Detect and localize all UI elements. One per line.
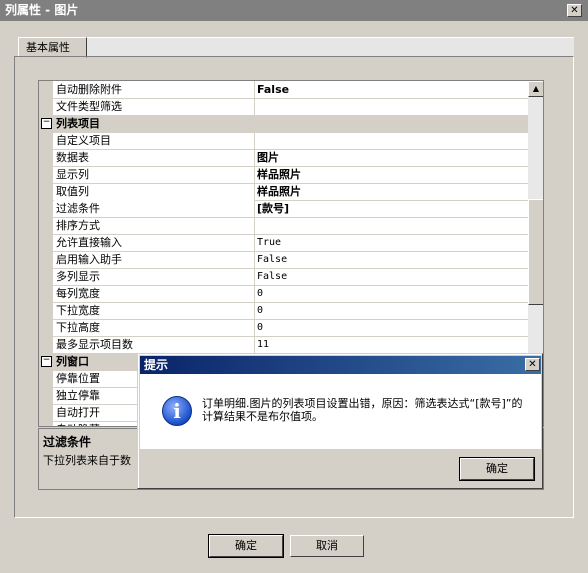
tab-label: 基本属性 xyxy=(26,41,70,54)
grid-property-row[interactable]: 下拉宽度 0 xyxy=(39,302,528,320)
dialog-ok-button[interactable]: 确定 xyxy=(459,457,535,481)
collapse-icon[interactable]: − xyxy=(41,118,52,129)
scroll-up-button[interactable]: ▲ xyxy=(528,81,543,97)
grid-property-row[interactable]: 允许直接输入 True xyxy=(39,234,528,252)
scroll-thumb[interactable] xyxy=(528,199,543,305)
property-value[interactable]: 样品照片 xyxy=(254,166,531,183)
row-gutter xyxy=(39,98,53,115)
grid-property-row[interactable]: 最多显示项目数 11 xyxy=(39,336,528,354)
property-label: 过滤条件 xyxy=(54,200,255,217)
property-label: 显示列 xyxy=(56,168,89,181)
grid-property-row[interactable]: 数据表 图片 xyxy=(39,149,528,167)
row-gutter xyxy=(39,149,53,166)
info-icon-glyph: i xyxy=(173,399,181,423)
dialog-close-button[interactable]: ✕ xyxy=(525,358,540,371)
dialog-title: 提示 xyxy=(144,358,169,372)
property-value[interactable]: False xyxy=(254,251,531,268)
property-label: 数据表 xyxy=(56,151,89,164)
window-title: 列属性 - 图片 xyxy=(5,3,79,17)
grid-property-row[interactable]: 过滤条件 [款号] xyxy=(39,200,528,218)
row-gutter xyxy=(39,421,53,426)
grid-property-row[interactable]: 自定义项目 xyxy=(39,132,528,150)
property-value[interactable]: 0 xyxy=(254,302,531,319)
row-gutter xyxy=(39,166,53,183)
property-value[interactable]: 0 xyxy=(254,319,531,336)
grid-property-row[interactable]: 取值列 样品照片 xyxy=(39,183,528,201)
property-label: 每列宽度 xyxy=(56,287,100,300)
message-dialog: 提示 ✕ i 订单明细.图片的列表项目设置出错，原因：筛选表达式“[款号]”的计… xyxy=(137,353,543,489)
row-gutter: − xyxy=(39,353,53,370)
property-label: 下拉宽度 xyxy=(56,304,100,317)
grid-category-row[interactable]: − 列表项目 xyxy=(39,115,528,133)
row-gutter xyxy=(39,285,53,302)
row-gutter xyxy=(39,183,53,200)
property-value[interactable]: 0 xyxy=(254,285,531,302)
row-gutter xyxy=(39,251,53,268)
window-close-button[interactable]: ✕ xyxy=(567,4,582,17)
property-label: 下拉高度 xyxy=(56,321,100,334)
info-icon: i xyxy=(162,396,192,426)
grid-property-row[interactable]: 排序方式 xyxy=(39,217,528,235)
row-gutter xyxy=(39,234,53,251)
property-label: 自动删除附件 xyxy=(56,83,122,96)
property-value[interactable]: 样品照片 xyxy=(254,183,531,200)
property-value[interactable]: 图片 xyxy=(254,149,531,166)
row-gutter xyxy=(39,404,53,421)
row-gutter xyxy=(39,217,53,234)
grid-property-row[interactable]: 下拉高度 0 xyxy=(39,319,528,337)
property-label: 多列显示 xyxy=(56,270,100,283)
row-gutter xyxy=(39,268,53,285)
row-gutter xyxy=(39,387,53,404)
property-label: 允许直接输入 xyxy=(56,236,122,249)
row-gutter xyxy=(39,319,53,336)
cancel-button[interactable]: 取消 xyxy=(290,535,364,557)
property-label: 列表项目 xyxy=(56,117,100,130)
dialog-titlebar: 提示 xyxy=(140,356,541,374)
property-value[interactable]: True xyxy=(254,234,531,251)
close-icon: ✕ xyxy=(528,359,537,370)
window-titlebar: 列属性 - 图片 xyxy=(0,0,588,21)
property-label: 自定义项目 xyxy=(56,134,111,147)
cancel-button-label: 取消 xyxy=(316,539,338,552)
property-value[interactable]: False xyxy=(254,268,531,285)
row-gutter xyxy=(39,370,53,387)
property-value[interactable]: 11 xyxy=(254,336,531,353)
property-value[interactable]: [款号] xyxy=(254,200,531,217)
property-label: 文件类型筛选 xyxy=(56,100,122,113)
tab-basic-properties[interactable]: 基本属性 xyxy=(18,37,87,58)
grid-property-row[interactable]: 每列宽度 0 xyxy=(39,285,528,303)
property-label: 启用输入助手 xyxy=(56,253,122,266)
property-value[interactable] xyxy=(254,217,531,234)
ok-button[interactable]: 确定 xyxy=(208,534,284,558)
dialog-ok-label: 确定 xyxy=(486,462,508,475)
row-gutter xyxy=(39,81,53,98)
row-gutter xyxy=(39,200,53,217)
row-gutter xyxy=(39,336,53,353)
grid-property-row[interactable]: 启用输入助手 False xyxy=(39,251,528,269)
row-gutter xyxy=(39,302,53,319)
grid-property-row[interactable]: 显示列 样品照片 xyxy=(39,166,528,184)
grid-property-row[interactable]: 文件类型筛选 xyxy=(39,98,528,116)
property-value[interactable] xyxy=(254,98,531,115)
property-label: 排序方式 xyxy=(56,219,100,232)
collapse-icon[interactable]: − xyxy=(41,356,52,367)
ok-button-label: 确定 xyxy=(235,539,257,552)
tab-strip xyxy=(87,37,574,57)
grid-property-row[interactable]: 自动删除附件 False xyxy=(39,81,528,99)
row-gutter: − xyxy=(39,115,53,132)
property-label: 取值列 xyxy=(56,185,89,198)
property-value[interactable] xyxy=(254,132,531,149)
row-gutter xyxy=(39,132,53,149)
property-label: 最多显示项目数 xyxy=(56,338,133,351)
close-icon: ✕ xyxy=(570,5,579,16)
grid-property-row[interactable]: 多列显示 False xyxy=(39,268,528,286)
property-value[interactable]: False xyxy=(254,81,531,98)
dialog-message: 订单明细.图片的列表项目设置出错，原因：筛选表达式“[款号]”的计算结果不是布尔… xyxy=(202,397,523,423)
